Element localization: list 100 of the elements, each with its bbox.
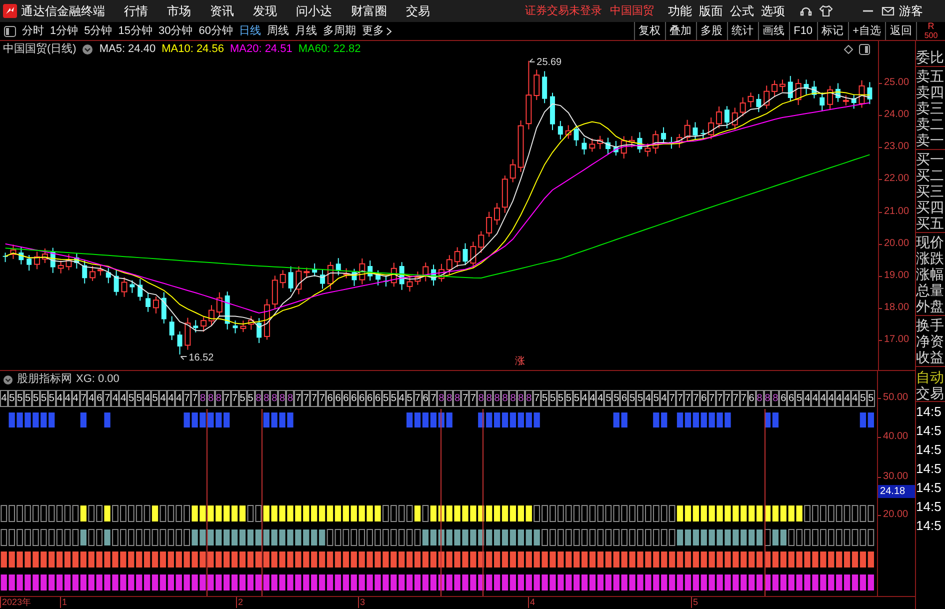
menu-item[interactable]: 资讯 — [210, 2, 234, 20]
score-cell: 7 — [310, 390, 318, 407]
quote-label: 买五 — [916, 215, 945, 231]
score-cell: 8 — [437, 390, 446, 407]
toolbar-button[interactable]: 多股 — [696, 22, 727, 40]
period-tab[interactable]: 周线 — [267, 22, 289, 40]
score-cell: 4 — [64, 390, 72, 407]
collapse-icon — [3, 374, 13, 384]
login-status-link[interactable]: 证券交易未登录 — [525, 2, 602, 20]
indicator-title: 股朋指标网 — [17, 372, 72, 388]
score-cell: 5 — [858, 390, 867, 407]
toolbar-button[interactable]: 统计 — [726, 22, 758, 40]
score-cell: 8 — [756, 390, 764, 407]
price-axis-label: 24.00 — [884, 109, 910, 122]
score-cell: 5 — [8, 390, 16, 407]
time-axis-label: 1 — [62, 597, 68, 608]
score-cell: 7 — [190, 390, 199, 407]
menu-item[interactable]: 选项 — [761, 2, 785, 20]
period-tab[interactable]: 1分钟 — [50, 22, 78, 40]
score-cell: 6 — [358, 390, 366, 407]
quote-label: 净资 — [916, 333, 945, 349]
score-cell: 4 — [811, 390, 820, 407]
score-cell: 7 — [692, 390, 700, 407]
score-cell: 6 — [95, 390, 104, 407]
menu-item[interactable]: 公式 — [730, 2, 754, 20]
score-cell: 8 — [509, 390, 517, 407]
score-cell: 5 — [40, 390, 48, 407]
corner-label: 500 — [924, 31, 938, 40]
score-cell: 7 — [414, 390, 422, 407]
price-axis-label: 22.00 — [884, 173, 910, 186]
score-cell: 6 — [326, 390, 334, 407]
score-cell: 7 — [684, 390, 692, 407]
score-cell: 7 — [80, 390, 88, 407]
signal-marker-label: 涨 — [514, 356, 525, 368]
quote-label: 委比 — [916, 49, 945, 65]
period-tab[interactable]: 5分钟 — [84, 22, 112, 40]
score-cell: 5 — [151, 390, 160, 407]
period-tab[interactable]: 月线 — [295, 22, 317, 40]
score-cell: 5 — [540, 390, 549, 407]
score-cell: 7 — [676, 390, 684, 407]
toolbar-button[interactable]: 叠加 — [664, 22, 696, 40]
toolbar-button[interactable]: 画线 — [758, 22, 789, 40]
score-cell: 5 — [548, 390, 557, 407]
score-cell: 6 — [334, 390, 342, 407]
score-cell: 7 — [469, 390, 478, 407]
trade-time: 14:5 — [916, 442, 942, 457]
period-tab[interactable]: 日线 — [239, 22, 261, 40]
score-cell: 8 — [262, 390, 270, 407]
score-cell: 4 — [850, 390, 859, 407]
score-cell: 5 — [24, 390, 32, 407]
score-cell: 5 — [564, 390, 573, 407]
score-cell: 7 — [294, 390, 302, 407]
indicator-value: XG: 0.00 — [76, 372, 120, 388]
stock-name: 中国国贸 — [610, 4, 654, 19]
toolbar-button[interactable]: 标记 — [816, 22, 848, 40]
user-label[interactable]: 游客 — [899, 2, 923, 20]
score-cell: 8 — [771, 390, 780, 407]
score-cell: 4 — [87, 390, 96, 407]
indicator-value: MA5: 24.40 — [99, 42, 156, 58]
score-cell: 6 — [620, 390, 628, 407]
price-axis-label: 25.00 — [884, 77, 910, 89]
period-tab[interactable]: 30分钟 — [158, 22, 193, 40]
toolbar-button[interactable]: F10 — [788, 22, 817, 40]
menu-item[interactable]: 功能 — [668, 2, 692, 20]
menu-item[interactable]: 行情 — [124, 2, 148, 20]
score-cell: 4 — [143, 390, 152, 407]
menu-item[interactable]: 交易 — [406, 2, 430, 20]
score-cell: 5 — [636, 390, 644, 407]
more-button[interactable]: 更多 — [362, 22, 392, 40]
trade-time: 14:5 — [916, 461, 942, 476]
toolbar-button[interactable]: 返回 — [885, 22, 916, 40]
score-cell: 5 — [16, 390, 24, 407]
score-cell: 5 — [866, 390, 875, 407]
menu-item[interactable]: 问小达 — [296, 2, 332, 20]
menu-item[interactable]: 市场 — [167, 2, 191, 20]
quote-label: 卖三 — [916, 100, 945, 116]
toolbar-button[interactable]: 复权 — [634, 22, 665, 40]
score-cell: 4 — [0, 390, 8, 407]
period-tab[interactable]: 60分钟 — [198, 22, 233, 40]
score-cell: 5 — [795, 390, 804, 407]
period-tab[interactable]: 分时 — [22, 22, 44, 40]
score-cell: 4 — [803, 390, 812, 407]
toolbar-button[interactable]: +自选 — [848, 22, 885, 40]
score-cell: 7 — [732, 390, 740, 407]
menu-item[interactable]: 版面 — [699, 2, 723, 20]
score-cell: 4 — [111, 390, 120, 407]
menu-item[interactable]: 财富圈 — [351, 2, 387, 20]
score-cell: 6 — [342, 390, 350, 407]
quote-label: 买三 — [916, 183, 945, 199]
trade-time: 14:5 — [916, 404, 942, 419]
score-cell: 8 — [278, 390, 286, 407]
score-cell: 5 — [604, 390, 612, 407]
score-cell: 4 — [72, 390, 80, 407]
trade-time: 14:5 — [916, 518, 942, 533]
corner-label: R — [928, 22, 934, 31]
quote-label: 买四 — [916, 199, 945, 215]
menu-item[interactable]: 发现 — [253, 2, 277, 20]
period-tab[interactable]: 多周期 — [323, 22, 356, 40]
period-tab[interactable]: 15分钟 — [118, 22, 152, 40]
score-cell: 6 — [366, 390, 374, 407]
